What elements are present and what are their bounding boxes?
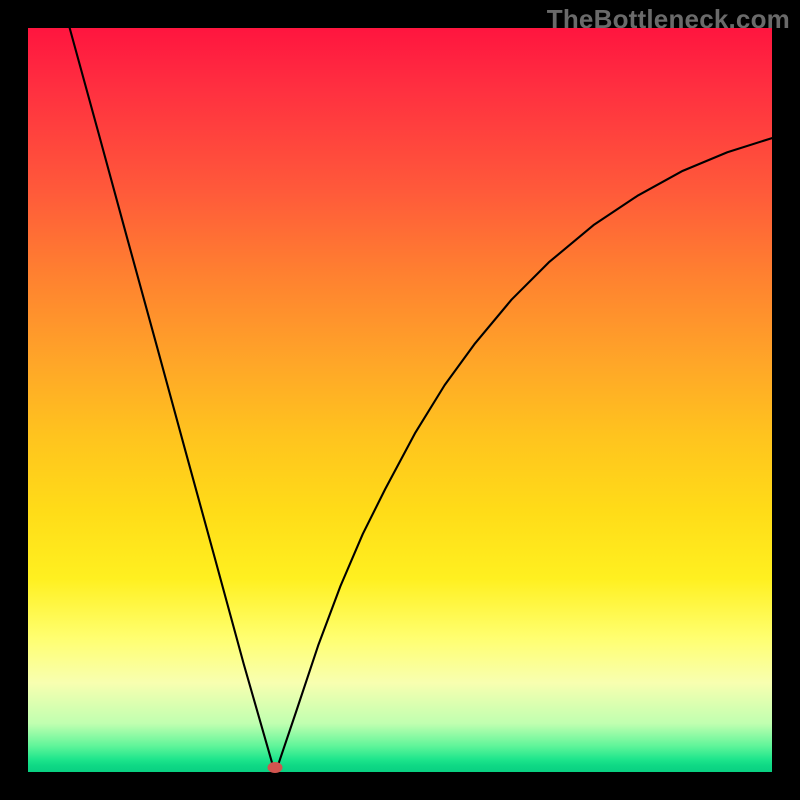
minimum-marker — [268, 762, 283, 773]
bottleneck-curve — [70, 28, 772, 765]
chart-frame: TheBottleneck.com — [0, 0, 800, 800]
plot-area — [28, 28, 772, 772]
curve-svg — [28, 28, 772, 772]
